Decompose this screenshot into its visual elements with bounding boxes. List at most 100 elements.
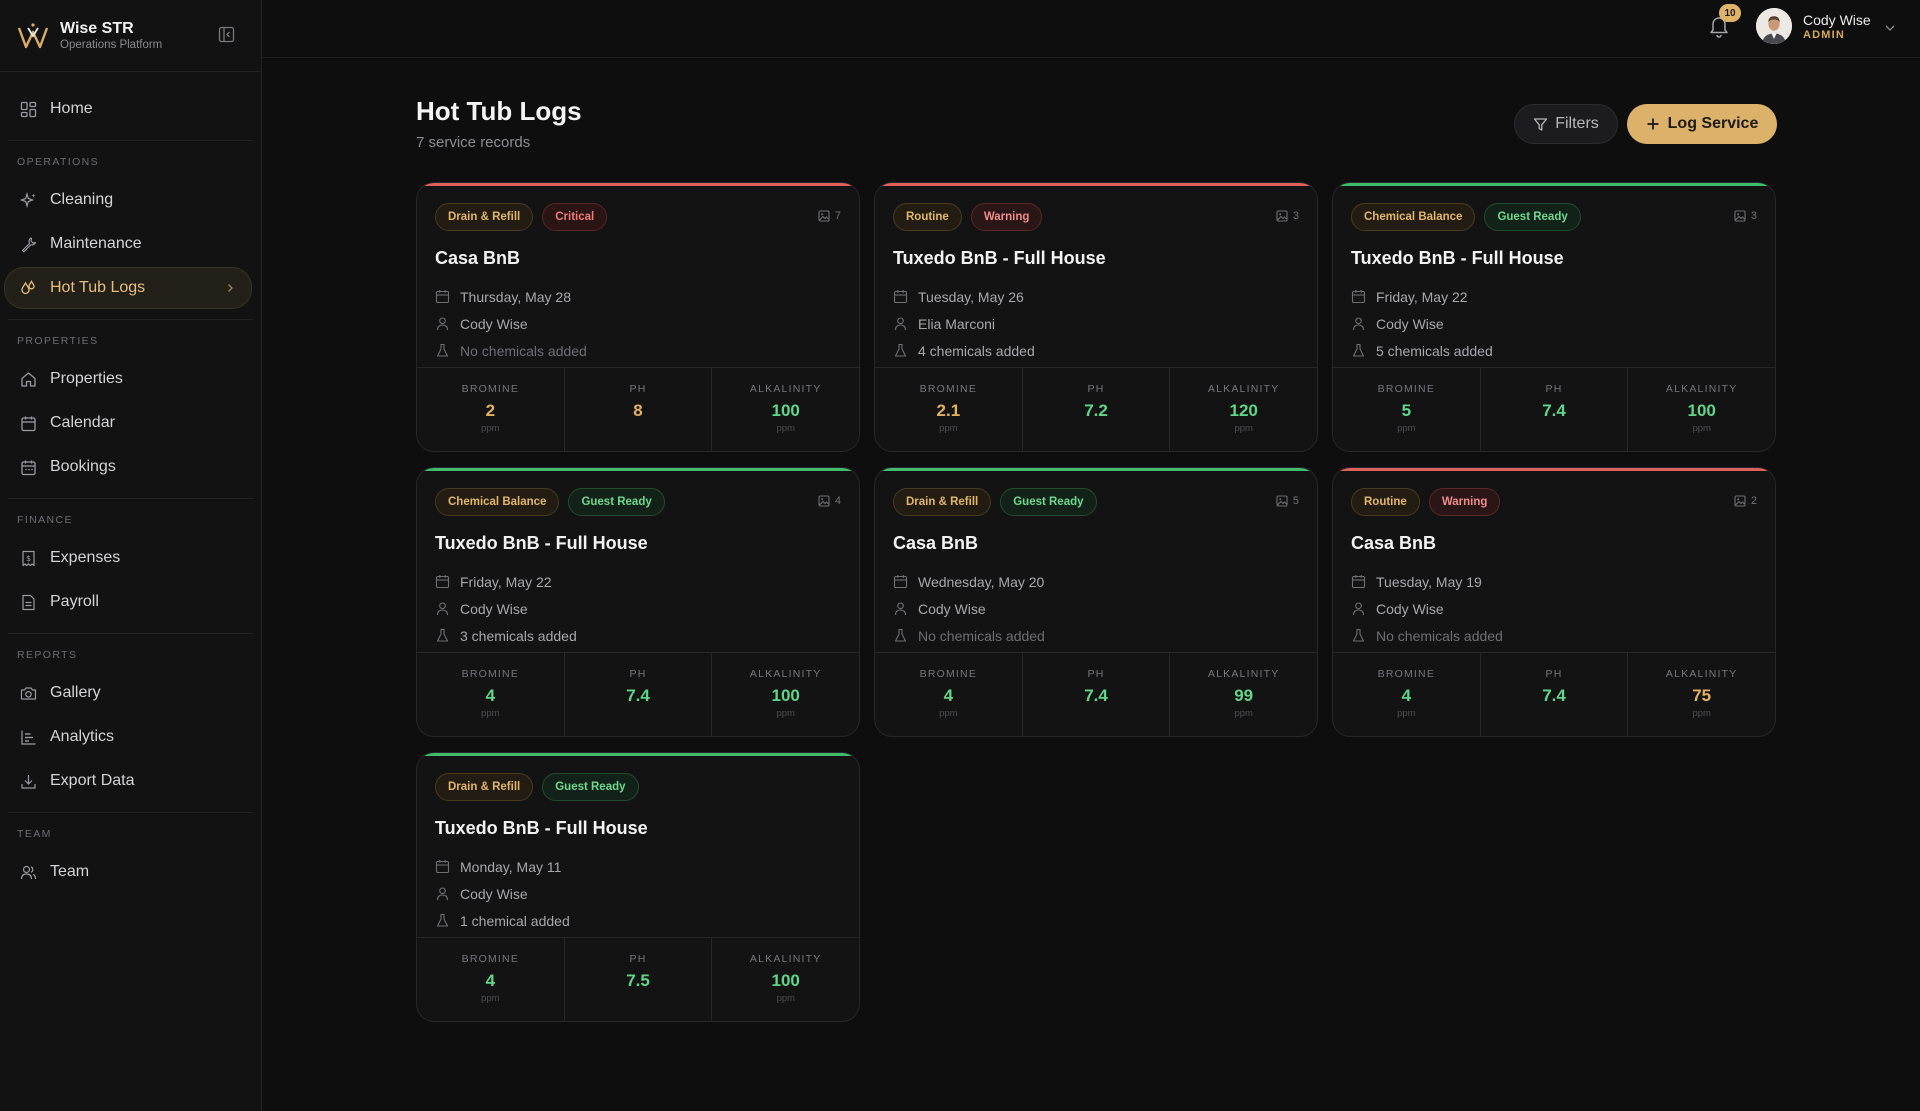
water-readings: BROMINE 4 ppm PH 7.4 ALKALINITY 100 ppm <box>417 652 859 736</box>
photo-count-value: 7 <box>834 210 841 222</box>
page-title: Hot Tub Logs <box>416 96 582 126</box>
filters-label: Filters <box>1555 115 1599 132</box>
water-readings: BROMINE 5 ppm PH 7.4 ALKALINITY 100 ppm <box>1333 367 1775 451</box>
service-type-badge: Drain & Refill <box>435 773 534 801</box>
user-menu-chevron[interactable] <box>1884 20 1896 38</box>
service-date: Tuesday, May 19 <box>1351 568 1757 595</box>
service-record-card[interactable]: Routine Warning 3 Tuxedo BnB - Full Hous… <box>874 182 1318 452</box>
sidebar-item-calendar[interactable]: Calendar <box>4 402 252 444</box>
users-icon <box>19 863 37 881</box>
service-record-card[interactable]: Drain & Refill Guest Ready 5 Casa BnB We… <box>874 467 1318 737</box>
property-name: Casa BnB <box>435 248 521 268</box>
sidebar-item-cleaning[interactable]: Cleaning <box>4 179 252 221</box>
file-text-icon <box>19 593 37 611</box>
alkalinity-unit: ppm <box>776 423 795 434</box>
property-name: Tuxedo BnB - Full House <box>435 818 648 838</box>
chemicals-text: No chemicals added <box>918 627 1045 644</box>
sidebar-item-gallery[interactable]: Gallery <box>4 672 252 714</box>
service-record-card[interactable]: Routine Warning 2 Casa BnB Tuesday, May … <box>1332 467 1776 737</box>
sidebar-item-expenses[interactable]: $ Expenses <box>4 537 252 579</box>
sidebar-item-home[interactable]: Home <box>4 88 252 130</box>
ph-label: PH <box>629 953 647 965</box>
nav-section-finance: FINANCE <box>17 514 73 526</box>
service-record-card[interactable]: Drain & Refill Critical 7 Casa BnB Thurs… <box>416 182 860 452</box>
service-record-card[interactable]: Chemical Balance Guest Ready 4 Tuxedo Bn… <box>416 467 860 737</box>
photo-count-value: 3 <box>1292 210 1299 222</box>
sidebar-item-export-data[interactable]: Export Data <box>4 760 252 802</box>
bromine-label: BROMINE <box>461 668 520 680</box>
calendar-icon <box>435 290 450 304</box>
service-date: Tuesday, May 26 <box>893 283 1299 310</box>
service-date: Wednesday, May 20 <box>893 568 1299 595</box>
avatar[interactable] <box>1756 8 1792 44</box>
property-name: Tuxedo BnB - Full House <box>435 533 648 553</box>
bromine-unit: ppm <box>939 708 958 719</box>
chemicals-summary: 3 chemicals added <box>435 622 841 649</box>
sidebar-item-label: Hot Tub Logs <box>50 279 146 296</box>
bromine-value: 5 <box>1401 401 1412 420</box>
brand-subtitle: Operations Platform <box>60 38 163 51</box>
bromine-reading: BROMINE 2 ppm <box>417 368 565 451</box>
service-type-badge: Chemical Balance <box>1351 203 1476 231</box>
service-record-card[interactable]: Drain & Refill Guest Ready Tuxedo BnB - … <box>416 752 860 1022</box>
water-readings: BROMINE 2 ppm PH 8 ALKALINITY 100 ppm <box>417 367 859 451</box>
service-record-card[interactable]: Chemical Balance Guest Ready 3 Tuxedo Bn… <box>1332 182 1776 452</box>
log-service-button[interactable]: Log Service <box>1627 104 1777 144</box>
user-name[interactable]: Cody Wise <box>1803 12 1871 28</box>
alkalinity-reading: ALKALINITY 100 ppm <box>712 938 859 1021</box>
technician: Cody Wise <box>435 880 841 907</box>
sidebar-item-payroll[interactable]: Payroll <box>4 581 252 623</box>
flask-icon <box>1352 343 1365 357</box>
sidebar-item-analytics[interactable]: Analytics <box>4 716 252 758</box>
chemicals-summary: No chemicals added <box>893 622 1299 649</box>
sidebar-item-bookings[interactable]: Bookings <box>4 446 252 488</box>
bromine-reading: BROMINE 4 ppm <box>1333 653 1481 736</box>
alkalinity-unit: ppm <box>1692 423 1711 434</box>
nav-divider <box>8 633 253 634</box>
water-readings: BROMINE 2.1 ppm PH 7.2 ALKALINITY 120 pp… <box>875 367 1317 451</box>
user-icon <box>436 317 449 331</box>
ph-value: 7.4 <box>1542 401 1566 420</box>
image-icon <box>1276 210 1288 222</box>
flask-icon <box>894 343 907 357</box>
service-date: Friday, May 22 <box>1351 283 1757 310</box>
chemicals-text: 1 chemical added <box>460 912 570 929</box>
alkalinity-unit: ppm <box>776 708 795 719</box>
alkalinity-reading: ALKALINITY 100 ppm <box>712 368 859 451</box>
alkalinity-reading: ALKALINITY 100 ppm <box>1628 368 1775 451</box>
service-date-text: Friday, May 22 <box>1376 288 1468 305</box>
user-icon <box>894 602 907 616</box>
sidebar-item-maintenance[interactable]: Maintenance <box>4 223 252 265</box>
chemicals-summary: 1 chemical added <box>435 907 841 934</box>
photo-count: 3 <box>1276 210 1299 222</box>
bromine-value: 2.1 <box>936 401 961 420</box>
notification-count-badge: 10 <box>1719 4 1741 22</box>
sidebar-item-label: Export Data <box>50 772 135 789</box>
sidebar-item-team[interactable]: Team <box>4 851 252 893</box>
sidebar-item-hot-tub-logs[interactable]: Hot Tub Logs <box>4 267 252 309</box>
photo-count-value: 3 <box>1750 210 1757 222</box>
filters-button[interactable]: Filters <box>1514 104 1618 144</box>
wrench-icon <box>19 235 37 253</box>
chemicals-text: 4 chemicals added <box>918 342 1035 359</box>
sidebar-item-properties[interactable]: Properties <box>4 358 252 400</box>
bromine-unit: ppm <box>1397 423 1416 434</box>
ph-reading: PH 8 <box>565 368 713 451</box>
sidebar-item-label: Home <box>50 100 93 117</box>
bromine-unit: ppm <box>481 708 500 719</box>
bromine-value: 4 <box>485 971 496 990</box>
technician: Cody Wise <box>1351 595 1757 622</box>
log-service-label: Log Service <box>1667 115 1759 132</box>
chemicals-summary: 4 chemicals added <box>893 337 1299 364</box>
alkalinity-unit: ppm <box>1234 708 1253 719</box>
collapse-sidebar-button[interactable] <box>217 25 235 43</box>
ph-reading: PH 7.4 <box>565 653 713 736</box>
status-badge: Guest Ready <box>1484 203 1581 231</box>
sidebar: Wise STR Operations Platform Home OPERAT… <box>0 0 262 1111</box>
chemicals-summary: No chemicals added <box>1351 622 1757 649</box>
alkalinity-value: 99 <box>1234 686 1254 705</box>
status-badge: Critical <box>542 203 608 231</box>
technician-name: Cody Wise <box>460 885 528 902</box>
technician: Cody Wise <box>893 595 1299 622</box>
service-type-badge: Routine <box>893 203 962 231</box>
